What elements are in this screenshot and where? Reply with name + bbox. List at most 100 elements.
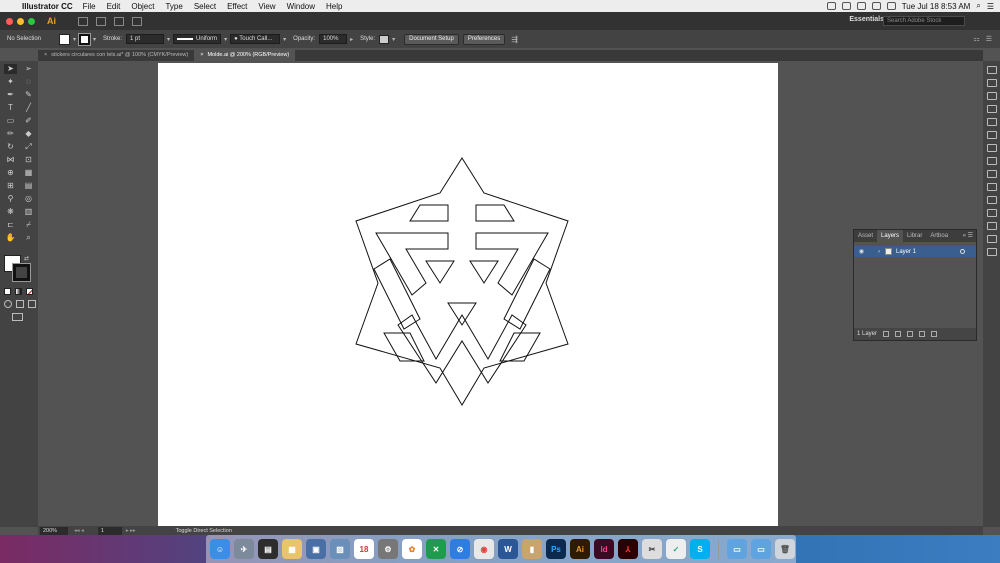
- menu-type[interactable]: Type: [165, 2, 182, 11]
- close-window-icon[interactable]: [6, 17, 13, 25]
- top-right-bar[interactable]: [475, 204, 515, 222]
- menu-object[interactable]: Object: [131, 2, 154, 11]
- draw-inside-icon[interactable]: [28, 300, 36, 308]
- shape-builder-tool-icon[interactable]: ⊕: [4, 168, 17, 178]
- acrobat-icon[interactable]: ⅄: [618, 539, 638, 559]
- status-text[interactable]: Toggle Direct Selection: [176, 528, 232, 534]
- lasso-tool-icon[interactable]: ◌: [22, 77, 35, 87]
- swap-fill-stroke-icon[interactable]: ⇄: [24, 255, 29, 262]
- stroke-panel-icon[interactable]: [986, 144, 997, 152]
- left-small-triangle[interactable]: [425, 260, 455, 284]
- eyedropper-tool-icon[interactable]: ⚲: [4, 194, 17, 204]
- menubar-clock[interactable]: Tue Jul 18 8:53 AM: [902, 2, 971, 11]
- properties-panel-icon[interactable]: [986, 66, 997, 74]
- menu-edit[interactable]: Edit: [107, 2, 121, 11]
- status-icon-1[interactable]: [826, 2, 836, 10]
- battery-icon[interactable]: [886, 2, 896, 10]
- menu-window[interactable]: Window: [287, 2, 315, 11]
- opacity-label[interactable]: Opacity:: [293, 36, 315, 42]
- app-icon-19[interactable]: ✂: [642, 539, 662, 559]
- preferences-button[interactable]: Preferences: [462, 33, 506, 45]
- bridge-icon[interactable]: [78, 16, 88, 26]
- magic-wand-tool-icon[interactable]: ✦: [4, 77, 17, 87]
- style-dropdown-icon[interactable]: ▾: [392, 36, 395, 43]
- spotlight-icon[interactable]: ⌕: [976, 1, 980, 11]
- stroke-label[interactable]: Stroke:: [103, 36, 122, 42]
- screen-mode-icon[interactable]: [12, 313, 23, 321]
- rotate-tool-icon[interactable]: ↻: [4, 142, 17, 152]
- paintbrush-tool-icon[interactable]: ✐: [22, 116, 35, 126]
- width-tool-icon[interactable]: ⋈: [4, 155, 17, 165]
- perspective-grid-tool-icon[interactable]: ▦: [22, 168, 35, 178]
- tab-artboards[interactable]: Artboa: [926, 230, 952, 242]
- menu-view[interactable]: View: [258, 2, 275, 11]
- illustrator-icon[interactable]: Ai: [570, 539, 590, 559]
- zoom-tool-icon[interactable]: ⌕: [22, 233, 35, 243]
- stroke-weight-field[interactable]: 1 pt: [126, 34, 165, 44]
- eye-icon[interactable]: ◉: [857, 248, 866, 255]
- swatches-panel-icon[interactable]: [986, 105, 997, 113]
- column-graph-tool-icon[interactable]: ▥: [22, 207, 35, 217]
- zoom-window-icon[interactable]: [28, 17, 35, 25]
- stock-search-input[interactable]: Search Adobe Stock: [883, 16, 965, 26]
- fill-swatch[interactable]: [59, 33, 70, 45]
- calendar-icon[interactable]: 18: [354, 539, 374, 559]
- panel-menu-icon[interactable]: » ☰: [963, 230, 976, 242]
- artboard-next-icon[interactable]: ▸ ▸▸: [126, 528, 136, 534]
- tab-molde-document[interactable]: × Molde.ai @ 200% (RGB/Preview): [194, 50, 296, 61]
- stroke-color-box[interactable]: [12, 263, 31, 282]
- appearance-panel-icon[interactable]: [986, 183, 997, 191]
- document-setup-button[interactable]: Document Setup: [404, 33, 459, 45]
- locate-object-icon[interactable]: [883, 331, 890, 337]
- transparency-panel-icon[interactable]: [986, 170, 997, 178]
- graphic-styles-panel-icon[interactable]: [986, 196, 997, 204]
- direct-selection-tool-icon[interactable]: ➢: [22, 64, 35, 74]
- pen-tool-icon[interactable]: ✒: [4, 90, 17, 100]
- close-tab-icon[interactable]: ×: [44, 52, 47, 58]
- arrange-icon[interactable]: ⇶: [511, 35, 518, 44]
- photoshop-icon[interactable]: Ps: [546, 539, 566, 559]
- draw-normal-icon[interactable]: [4, 300, 12, 308]
- blend-tool-icon[interactable]: ◎: [22, 194, 35, 204]
- word-icon[interactable]: W: [498, 539, 518, 559]
- artboard[interactable]: [158, 63, 778, 526]
- canvas-area[interactable]: [38, 61, 983, 526]
- brush-dropdown-icon[interactable]: ▾: [283, 36, 286, 43]
- scale-tool-icon[interactable]: ⤢: [22, 142, 35, 152]
- gradient-mode-icon[interactable]: [15, 288, 22, 295]
- artboard-tool-icon[interactable]: ⊏: [4, 220, 17, 230]
- dropbox-icon[interactable]: [856, 2, 866, 10]
- system-preferences-icon[interactable]: ⚙: [378, 539, 398, 559]
- layer-row[interactable]: ◉ › Layer 1: [854, 246, 976, 257]
- folder-2-icon[interactable]: ▭: [751, 539, 771, 559]
- stroke-dropdown-icon[interactable]: ▾: [93, 36, 96, 43]
- app-name-menu[interactable]: Illustrator CC: [22, 2, 73, 11]
- indesign-icon[interactable]: Id: [594, 539, 614, 559]
- chrome-icon[interactable]: ◉: [474, 539, 494, 559]
- close-tab-icon[interactable]: ×: [200, 52, 203, 58]
- free-transform-tool-icon[interactable]: ⊡: [22, 155, 35, 165]
- graphic-style-swatch[interactable]: [379, 34, 390, 44]
- center-small-triangle[interactable]: [447, 302, 477, 326]
- zoom-level-field[interactable]: 200%: [40, 526, 68, 535]
- curvature-tool-icon[interactable]: ✎: [22, 90, 35, 100]
- trash-icon[interactable]: 🗑: [775, 539, 795, 559]
- artboard-number-field[interactable]: 1: [97, 526, 122, 535]
- hand-tool-icon[interactable]: ✋: [4, 233, 17, 243]
- tab-stickers-document[interactable]: × stickers circulares con tels.ai* @ 100%…: [38, 50, 194, 61]
- panel-options-icon[interactable]: ⚏: [973, 35, 979, 43]
- star-of-david-artwork[interactable]: [158, 63, 778, 526]
- slice-tool-icon[interactable]: ⌿: [22, 220, 35, 230]
- skype-icon[interactable]: S: [690, 539, 710, 559]
- stroke-swatch[interactable]: [78, 32, 92, 46]
- new-layer-icon[interactable]: [919, 331, 926, 337]
- draw-behind-icon[interactable]: [16, 300, 24, 308]
- menu-effect[interactable]: Effect: [227, 2, 247, 11]
- photos-icon[interactable]: ✿: [402, 539, 422, 559]
- layer-target-icon[interactable]: [960, 249, 965, 254]
- symbol-sprayer-tool-icon[interactable]: ❋: [4, 207, 17, 217]
- bottom-left-bar[interactable]: [383, 332, 425, 362]
- app-w-icon[interactable]: ▮: [522, 539, 542, 559]
- arrange-documents-icon[interactable]: [114, 16, 124, 26]
- brushes-panel-icon[interactable]: [986, 118, 997, 126]
